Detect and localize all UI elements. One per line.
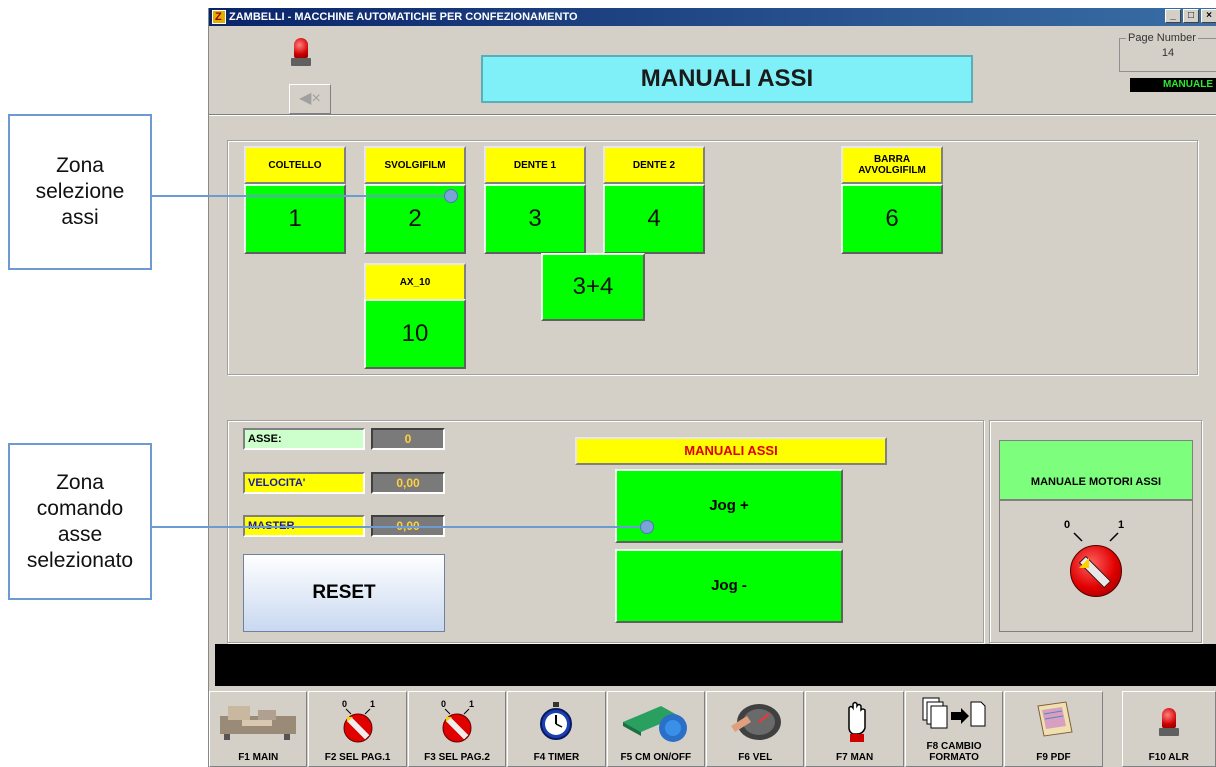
page-title: MANUALI ASSI [481,55,973,103]
annotation-axis-command: Zona comando asse selezionato [8,443,152,600]
f8-label: F8 CAMBIO FORMATO [926,741,982,763]
selector-knob-icon [1070,545,1122,597]
maximize-button[interactable]: □ [1183,9,1199,23]
axis-button-10[interactable]: 10 [364,299,466,369]
page-number-value: 14 [1161,47,1175,59]
svg-text:1: 1 [370,699,375,709]
f9-label: F9 PDF [1036,752,1071,763]
page-number-label: Page Number [1126,32,1198,45]
f8-cambio-formato-button[interactable]: F8 CAMBIO FORMATO [904,691,1004,767]
document-icon [1037,701,1074,737]
axis-button-6[interactable]: 6 [841,184,943,254]
axis-button-3[interactable]: 3 [484,184,586,254]
leader-line-axis-command [152,526,648,528]
hand-icon [847,701,866,742]
page-number-box: Page Number 14 [1119,32,1216,72]
annotation-axis-selection: Zona selezione assi [8,114,152,270]
close-button[interactable]: × [1201,9,1216,23]
asse-label: ASSE: [243,428,365,450]
alarm-siren-icon [1158,708,1179,738]
velocita-value: 0,00 [371,472,445,494]
f1-label: F1 MAIN [238,752,279,763]
axis-label-barra-avvolgifilm: BARRA AVVOLGIFILM [841,146,943,184]
header-divider [209,114,1216,116]
f3-label: F3 SEL PAG.2 [424,752,490,763]
f4-timer-button[interactable]: F4 TIMER [507,691,606,767]
f6-vel-button[interactable]: F6 VEL [706,691,805,767]
roller-icon [622,706,687,742]
axis-button-4[interactable]: 4 [603,184,705,254]
velocita-label: VELOCITA' [243,472,365,494]
f3-sel-pag2-button[interactable]: 0 1 F3 SEL PAG.2 [407,691,507,767]
motor-manual-title: MANUALE MOTORI ASSI [999,440,1193,500]
motor-selector-area: 0 1 [999,500,1193,632]
f10-label: F10 ALR [1148,752,1189,763]
svg-text:0: 0 [342,699,347,709]
machine-icon [220,706,297,740]
motor-selector-switch[interactable]: 0 1 [1056,515,1136,605]
annotation-axis-command-text: Zona comando asse selezionato [26,470,134,572]
axis-label-dente-1: DENTE 1 [484,146,586,184]
mode-badge: MANUALE [1130,78,1216,92]
jog-minus-button[interactable]: Jog - [615,549,843,623]
svg-text:1: 1 [469,699,474,709]
axis-label-dente-2: DENTE 2 [603,146,705,184]
selector-icon: 0 1 [342,699,375,743]
f2-label: F2 SEL PAG.1 [324,752,391,763]
leader-dot-axis-command [640,520,654,534]
status-bar [215,644,1216,686]
f5-cm-onoff-button[interactable]: F5 CM ON/OFF [606,691,706,767]
annotation-axis-selection-text: Zona selezione assi [35,154,125,229]
axis-label-ax-10: AX_10 [364,263,466,301]
axis-label-coltello: COLTELLO [244,146,346,184]
reset-button[interactable]: RESET [243,554,445,632]
zambelli-logo-icon [212,8,226,26]
f4-label: F4 TIMER [533,752,580,763]
alarm-siren-icon[interactable] [291,38,311,68]
window-controls: _ □ × [1165,9,1216,23]
f2-sel-pag1-button[interactable]: 0 1 F2 SEL PAG.1 [308,691,407,767]
axis-label-svolgifilm: SVOLGIFILM [364,146,466,184]
speaker-mute-icon: ◀× [299,90,321,107]
selector-icon: 0 1 [441,699,474,743]
f6-label: F6 VEL [738,752,773,763]
f9-pdf-button[interactable]: F9 PDF [1004,691,1103,767]
mute-button[interactable]: ◀× [289,84,331,114]
f5-label: F5 CM ON/OFF [620,752,692,763]
speedometer-icon [731,704,782,740]
format-change-icon [922,697,986,729]
leader-line-axis-selection [152,195,452,197]
minimize-button[interactable]: _ [1165,9,1181,23]
f7-man-button[interactable]: F7 MAN [805,691,904,767]
hmi-window: ZAMBELLI - MACCHINE AUTOMATICHE PER CONF… [208,8,1216,767]
stopwatch-icon [540,702,573,740]
window-title: ZAMBELLI - MACCHINE AUTOMATICHE PER CONF… [229,11,578,23]
manual-axes-title: MANUALI ASSI [575,437,887,465]
axis-button-3-plus-4[interactable]: 3+4 [541,253,645,321]
asse-value: 0 [371,428,445,450]
svg-text:0: 0 [441,699,446,709]
function-key-bar: F1 MAIN 0 1 F2 SEL PAG.1 0 1 F3 SEL PAG.… [209,691,1216,767]
title-bar: ZAMBELLI - MACCHINE AUTOMATICHE PER CONF… [209,8,1216,26]
function-key-spacer [1103,691,1121,767]
f1-main-button[interactable]: F1 MAIN [209,691,308,767]
f10-alr-button[interactable]: F10 ALR [1121,691,1216,767]
screen: Zona selezione assi Zona comando asse se… [0,0,1216,767]
f7-label: F7 MAN [836,752,874,763]
leader-dot-axis-selection [444,189,458,203]
